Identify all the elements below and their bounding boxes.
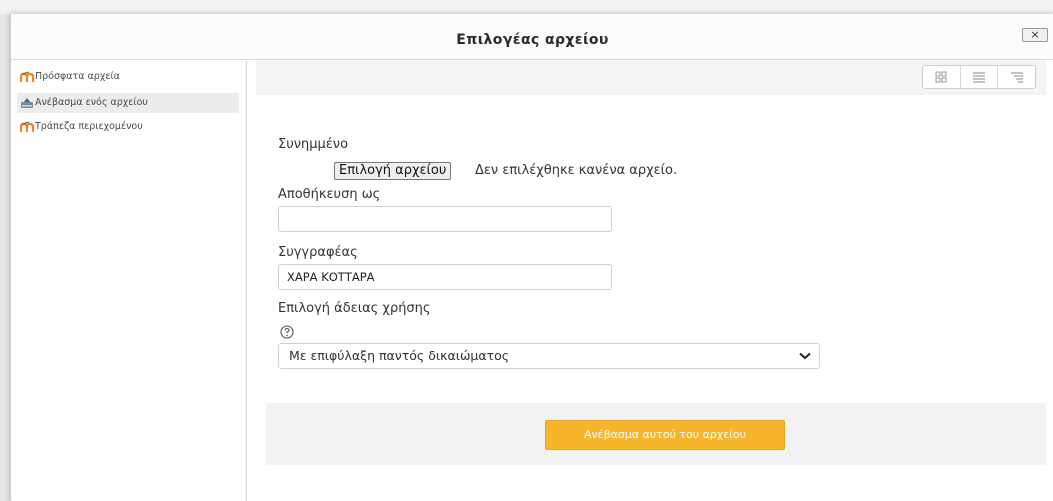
file-picker-dialog: Επιλογέας αρχείου × Πρόσφατα αρχεία Ανέβ…: [10, 14, 1053, 501]
no-file-status: Δεν επιλέχθηκε κανένα αρχείο.: [475, 163, 678, 178]
save-as-input[interactable]: [278, 206, 612, 232]
sidebar-item-recent-files[interactable]: Πρόσφατα αρχεία: [17, 67, 239, 87]
upload-file-button[interactable]: Ανέβασμα αυτού του αρχείου: [545, 420, 785, 450]
view-tree-icon: [1010, 72, 1023, 83]
moodle-logo-icon: [20, 71, 34, 82]
moodle-logo-icon: [20, 121, 34, 132]
upload-panel: Συνημμένο Επιλογή αρχείου Δεν επιλέχθηκε…: [256, 61, 1053, 501]
sidebar-item-label: Πρόσφατα αρχεία: [35, 71, 120, 82]
author-input[interactable]: [278, 264, 612, 290]
chevron-down-icon: [799, 352, 811, 360]
form-footer: Ανέβασμα αυτού του αρχείου: [266, 403, 1046, 465]
close-button[interactable]: ×: [1022, 28, 1048, 42]
author-label: Συγγραφέας: [278, 245, 358, 260]
repository-sidebar: Πρόσφατα αρχεία Ανέβασμα ενός αρχείου Τρ…: [11, 61, 247, 501]
attachment-label: Συνημμένο: [278, 137, 349, 152]
left-edge: [0, 14, 10, 501]
upload-file-icon: [21, 98, 33, 108]
view-toolbar: [256, 61, 1046, 95]
close-icon: ×: [1030, 28, 1040, 41]
sidebar-item-upload-file[interactable]: Ανέβασμα ενός αρχείου: [17, 93, 239, 113]
sidebar-item-label: Τράπεζα περιεχομένου: [35, 121, 143, 132]
license-select[interactable]: Με επιφύλαξη παντός δικαιώματος: [278, 343, 820, 369]
choose-file-button[interactable]: Επιλογή αρχείου: [334, 162, 452, 180]
license-selected-value: Με επιφύλαξη παντός δικαιώματος: [289, 348, 510, 363]
view-icons-icon: [935, 71, 947, 83]
view-tree-button[interactable]: [998, 66, 1035, 88]
view-mode-switcher: [922, 65, 1036, 89]
license-label: Επιλογή άδειας χρήσης: [278, 301, 431, 316]
view-list-button[interactable]: [961, 66, 999, 88]
view-icons-button[interactable]: [923, 66, 961, 88]
dialog-title: Επιλογέας αρχείου: [456, 32, 609, 48]
top-strip: [0, 0, 1053, 14]
sidebar-item-label: Ανέβασμα ενός αρχείου: [35, 97, 148, 108]
save-as-label: Αποθήκευση ως: [278, 187, 381, 202]
view-list-icon: [973, 72, 985, 83]
dialog-titlebar: Επιλογέας αρχείου ×: [11, 14, 1053, 60]
help-icon[interactable]: [280, 325, 294, 339]
sidebar-item-content-bank[interactable]: Τράπεζα περιεχομένου: [17, 117, 239, 137]
